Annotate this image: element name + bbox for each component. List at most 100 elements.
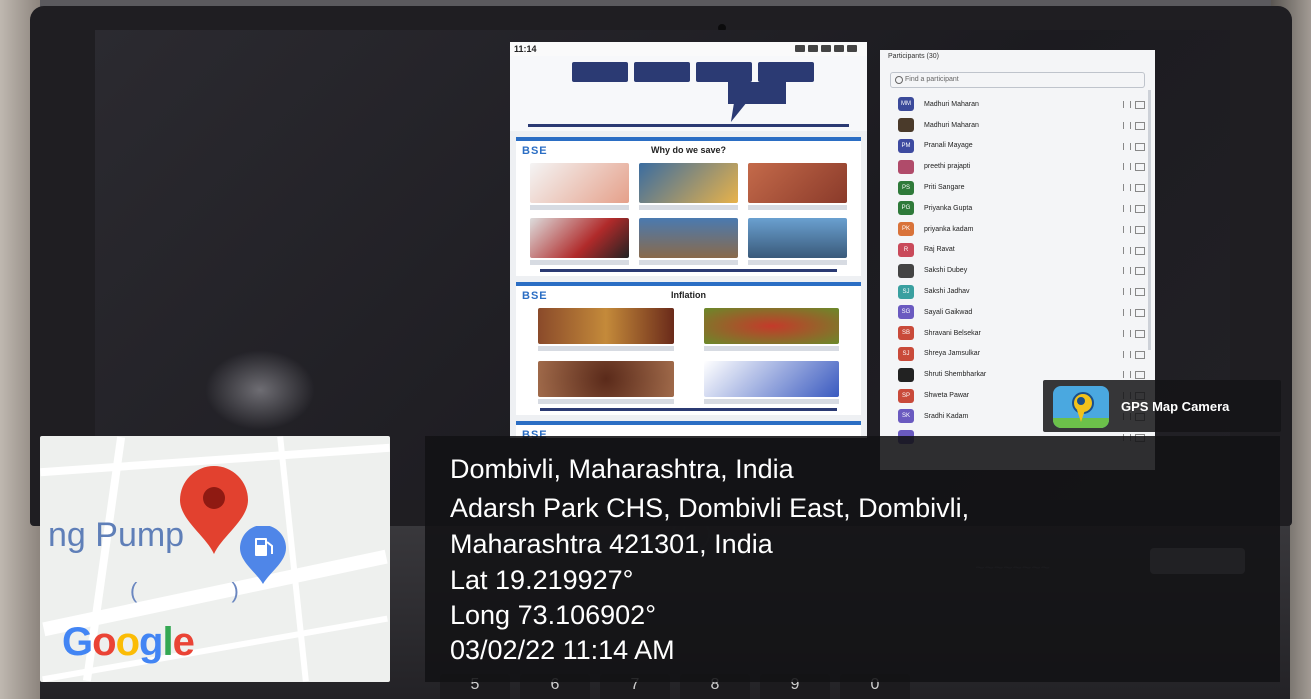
participant-avatar [898,367,914,382]
video-off-icon [1135,225,1145,234]
photo-scene: hp ~~~~~~~~ 5 6 7 8 9 0 11:14 [0,0,1311,699]
participant-name: Priti Sangare [924,184,965,192]
video-off-icon [1135,329,1145,338]
participant-name: priyanka kadam [924,225,974,233]
slide-image-item [703,361,839,404]
gps-app-badge: GPS Map Camera [1043,380,1281,432]
participant-name: Sakshi Dubey [924,267,968,275]
participant-avatar: PK [898,222,914,237]
gps-address-line2: Maharashtra 421301, India [450,529,773,559]
mic-muted-icon [1123,288,1131,296]
mic-muted-icon [1123,163,1131,171]
video-off-icon [1135,371,1145,380]
participant-avatar: PM [898,138,914,153]
map-label-fragment: ( ) [130,578,283,603]
participants-header: Participants (30) [888,53,939,60]
participant-row[interactable]: SJ Sakshi Jadhav [880,281,1155,302]
mic-muted-icon [1123,101,1131,108]
gps-datetime: 03/02/22 11:14 AM [450,635,675,665]
slide-tab [696,62,752,82]
slide-tab [572,62,628,82]
gps-address-line1: Adarsh Park CHS, Dombivli East, Dombivli… [450,493,970,523]
participant-row[interactable]: MM Madhuri Maharan [880,94,1155,115]
slide-image-item [748,218,847,265]
slide-image-item [530,163,629,210]
participant-name: Shreya Jamsulkar [924,350,981,358]
participant-avatar: SG [898,305,914,320]
slide-image-item [530,218,629,265]
participant-name: Shravani Belsekar [924,329,981,337]
mic-muted-icon [1123,225,1131,233]
participant-row[interactable]: Madhuri Maharan [880,115,1155,136]
participant-avatar [898,159,914,174]
gps-longitude: Long 73.106902° [450,600,656,630]
slide-tab [758,62,814,82]
map-place-label: ng Pump [48,516,185,554]
phone-time: 11:14 [514,44,537,54]
slide-tab [634,62,690,82]
video-off-icon [1135,204,1145,213]
participant-scrollbar[interactable] [1148,90,1151,350]
participant-avatar: PS [898,180,914,195]
slide-image-grid [522,300,855,408]
participant-avatar: PG [898,201,914,216]
screen-glare [205,350,315,430]
video-off-icon [1135,121,1145,130]
slide-title: Why do we save? [650,145,727,155]
video-off-icon [1135,101,1145,109]
participant-row[interactable]: PS Priti Sangare [880,177,1155,198]
video-off-icon [1135,288,1145,297]
gps-map-camera-icon [1053,386,1109,428]
mic-muted-icon [1123,204,1131,212]
gps-map-thumbnail: ng Pump ( ) Google [40,436,390,682]
phone-screen: 11:14 BSE Why do we save? BSE Inflation … [510,42,867,438]
participant-search-input[interactable]: Find a participant [890,72,1145,88]
mic-muted-icon [1123,267,1131,275]
video-off-icon [1135,267,1145,276]
participant-avatar: MM [898,97,914,112]
mic-muted-icon [1123,308,1131,316]
video-off-icon [1135,308,1145,317]
participant-row[interactable]: R Raj Ravat [880,240,1155,261]
slide-image-grid [522,155,855,269]
video-off-icon [1135,163,1145,172]
location-pin-icon [180,466,248,554]
mic-muted-icon [1123,371,1131,379]
google-logo: Google [62,620,195,664]
participant-row[interactable]: PK priyanka kadam [880,219,1155,240]
slide-divider [540,269,837,272]
slide-image-item [703,308,839,351]
participant-row[interactable]: SG Sayali Gaikwad [880,302,1155,323]
video-off-icon [1135,350,1145,359]
participant-row[interactable]: PM Pranali Mayage [880,136,1155,157]
gps-city: Dombivli, Maharashtra, India [450,454,794,484]
participant-avatar: SB [898,326,914,341]
slide-why-save: BSE Why do we save? [516,137,861,276]
participant-row[interactable]: SB Shravani Belsekar [880,323,1155,344]
participant-avatar: SP [898,388,914,403]
video-off-icon [1135,246,1145,255]
slide-image-item [639,218,738,265]
participant-avatar [898,118,914,133]
mic-muted-icon [1123,350,1131,358]
slide-divider [528,124,849,127]
participant-name: Madhuri Maharan [924,100,979,108]
participant-avatar: SJ [898,346,914,361]
status-icons [757,45,857,53]
slide-top-banner [510,56,867,131]
participant-avatar [898,263,914,278]
video-off-icon [1135,184,1145,193]
participant-row[interactable]: Sakshi Dubey [880,260,1155,281]
participant-avatar: SJ [898,284,914,299]
participant-name: Sayali Gaikwad [924,308,973,316]
mic-muted-icon [1123,121,1131,129]
participant-avatar: SK [898,409,914,424]
participant-row[interactable]: preethi prajapti [880,156,1155,177]
slide-title: Inflation [671,290,706,300]
slide-inflation: BSE Inflation [516,282,861,415]
participant-name: Priyanka Gupta [924,204,973,212]
gps-info-overlay: Dombivli, Maharashtra, India Adarsh Park… [425,436,1280,682]
participant-name: Sakshi Jadhav [924,288,970,296]
participant-row[interactable]: SJ Shreya Jamsulkar [880,344,1155,365]
participant-row[interactable]: PG Priyanka Gupta [880,198,1155,219]
